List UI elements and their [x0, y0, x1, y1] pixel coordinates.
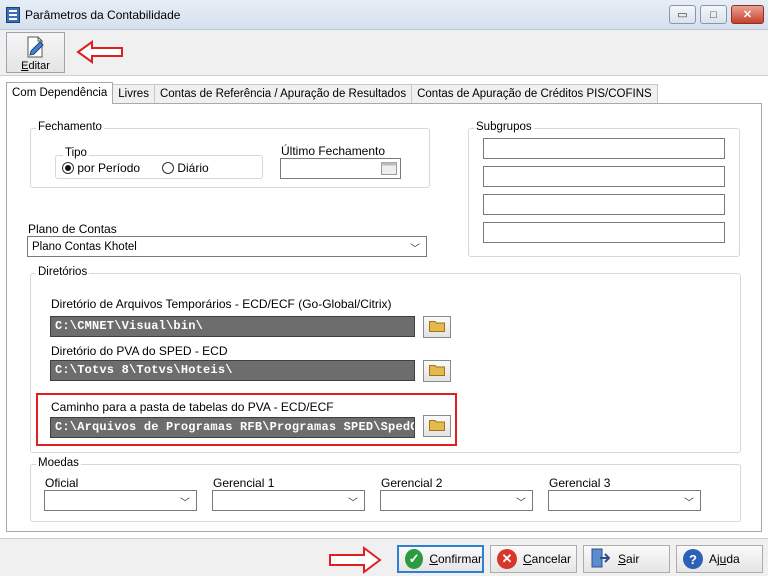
moeda-gerencial2-select[interactable]: ﹀ — [380, 490, 533, 511]
x-circle-icon: ✕ — [497, 549, 517, 569]
folder-icon — [429, 419, 445, 434]
edit-document-icon — [26, 36, 46, 61]
plano-contas-label: Plano de Contas — [28, 222, 117, 236]
dir-pva-browse-button[interactable] — [423, 360, 451, 382]
sair-label: Sair — [618, 552, 640, 566]
red-arrow-icon — [76, 40, 124, 67]
ajuda-label: Ajuda — [709, 552, 740, 566]
moedas-legend: Moedas — [36, 457, 81, 469]
moeda-oficial-label: Oficial — [45, 476, 79, 490]
edit-button[interactable]: Editar — [6, 32, 65, 73]
moeda-gerencial3-label: Gerencial 3 — [549, 476, 611, 490]
check-circle-icon: ✓ — [405, 549, 424, 569]
caminho-tabelas-field[interactable]: C:\Arquivos de Programas RFB\Programas S… — [50, 417, 415, 438]
maximize-button[interactable]: □ — [700, 5, 727, 24]
ledger-icon — [6, 7, 20, 23]
plano-contas-select[interactable]: Plano Contas Khotel ﹀ — [27, 236, 427, 257]
exit-door-icon — [590, 548, 611, 571]
ultimo-fechamento-field[interactable] — [280, 158, 401, 179]
caminho-tabelas-browse-button[interactable] — [423, 415, 451, 437]
cancelar-label: Cancelar — [523, 552, 572, 566]
dir-pva-label: Diretório do PVA do SPED - ECD — [51, 344, 228, 358]
ajuda-button[interactable]: ? Ajuda — [676, 545, 763, 573]
minimize-icon: ▭ — [677, 9, 688, 21]
close-button[interactable]: ✕ — [731, 5, 764, 24]
tab-com-dependencia[interactable]: Com Dependência — [6, 82, 114, 104]
moeda-gerencial3-select[interactable]: ﹀ — [548, 490, 701, 511]
red-arrow-icon — [328, 546, 382, 577]
dir-temporarios-label: Diretório de Arquivos Temporários - ECD/… — [51, 297, 392, 311]
sair-button[interactable]: Sair — [583, 545, 670, 573]
moeda-gerencial1-label: Gerencial 1 — [213, 476, 275, 490]
moeda-gerencial1-select[interactable]: ﹀ — [212, 490, 365, 511]
radio-por-periodo-label: por Período — [77, 161, 141, 175]
radio-diario[interactable]: Diário — [162, 161, 209, 175]
radio-por-periodo[interactable]: por Período — [62, 161, 140, 175]
plano-contas-value: Plano Contas Khotel — [32, 240, 137, 253]
confirmar-label: Confirmar — [429, 552, 482, 566]
chevron-down-icon[interactable]: ﹀ — [516, 494, 526, 509]
subgrupo-field-2[interactable] — [483, 166, 725, 187]
fechamento-legend: Fechamento — [36, 121, 104, 133]
subgrupo-field-1[interactable] — [483, 138, 725, 159]
cancelar-button[interactable]: ✕ Cancelar — [490, 545, 577, 573]
confirmar-button[interactable]: ✓ Confirmar — [397, 545, 484, 573]
window-title: Parâmetros da Contabilidade — [25, 8, 181, 22]
moeda-oficial-select[interactable]: ﹀ — [44, 490, 197, 511]
edit-button-label: Editar — [21, 60, 50, 72]
chevron-down-icon[interactable]: ﹀ — [410, 240, 420, 255]
dir-temporarios-field[interactable]: C:\CMNET\Visual\bin\ — [50, 316, 415, 337]
chevron-down-icon[interactable]: ﹀ — [684, 494, 694, 509]
subgrupo-field-4[interactable] — [483, 222, 725, 243]
subgrupo-field-3[interactable] — [483, 194, 725, 215]
chevron-down-icon[interactable]: ﹀ — [348, 494, 358, 509]
radio-diario-indicator[interactable] — [162, 162, 174, 174]
folder-icon — [429, 320, 445, 335]
dir-pva-field[interactable]: C:\Totvs 8\Totvs\Hoteis\ — [50, 360, 415, 381]
subgrupos-legend: Subgrupos — [474, 121, 534, 133]
chevron-down-icon[interactable]: ﹀ — [180, 494, 190, 509]
tab-strip: Com Dependência Livres Contas de Referên… — [6, 82, 658, 104]
tab-contas-referencia[interactable]: Contas de Referência / Apuração de Resul… — [153, 84, 413, 104]
moeda-gerencial2-label: Gerencial 2 — [381, 476, 443, 490]
diretorios-legend: Diretórios — [36, 266, 90, 278]
question-circle-icon: ? — [683, 549, 703, 569]
maximize-icon: □ — [710, 8, 717, 21]
close-icon: ✕ — [742, 9, 753, 21]
tab-livres[interactable]: Livres — [112, 84, 155, 104]
tipo-legend: Tipo — [63, 147, 89, 159]
caminho-tabelas-label: Caminho para a pasta de tabelas do PVA -… — [51, 400, 334, 414]
ultimo-fechamento-label: Último Fechamento — [281, 144, 386, 158]
dir-temporarios-browse-button[interactable] — [423, 316, 451, 338]
radio-por-periodo-indicator[interactable] — [62, 162, 74, 174]
minimize-button[interactable]: ▭ — [669, 5, 696, 24]
folder-icon — [429, 364, 445, 379]
radio-diario-label: Diário — [177, 161, 209, 175]
calendar-icon[interactable] — [381, 162, 397, 178]
tab-contas-apuracao-pis-cofins[interactable]: Contas de Apuração de Créditos PIS/COFIN… — [411, 84, 658, 104]
